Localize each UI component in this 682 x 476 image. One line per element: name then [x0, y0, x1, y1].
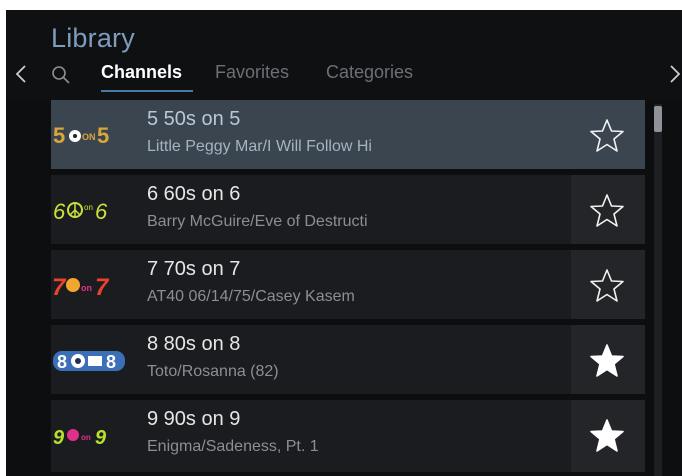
radio-library-screen: Library Channels Favorites Categories 5 …: [6, 10, 682, 476]
active-tab-indicator: [101, 90, 193, 92]
svg-text:7: 7: [52, 274, 67, 301]
svg-text:7: 7: [95, 274, 110, 301]
tab-categories[interactable]: Categories: [326, 62, 413, 83]
svg-text:on: on: [84, 203, 93, 212]
svg-text:6: 6: [53, 199, 66, 224]
scrollbar-thumb[interactable]: [654, 106, 662, 132]
channel-list: 5 ON 5 5 50s on 5 Little Peggy Mar/I Wil…: [51, 100, 645, 476]
svg-text:8: 8: [106, 352, 116, 372]
star-filled-icon[interactable]: [588, 417, 626, 455]
channel-row-6[interactable]: 6 on 6 6 60s on 6 Barry McGuire/Eve of D…: [51, 175, 645, 247]
chevron-left-icon[interactable]: [14, 63, 28, 85]
channel-title: 7 70s on 7: [147, 258, 241, 280]
channel-5-logo: 5 ON 5: [53, 123, 109, 148]
chevron-right-icon[interactable]: [668, 63, 682, 85]
channel-title: 6 60s on 6: [147, 183, 241, 205]
channel-title: 5 50s on 5: [147, 108, 241, 130]
svg-text:9: 9: [95, 427, 107, 449]
now-playing: Toto/Rosanna (82): [147, 363, 279, 380]
star-filled-icon[interactable]: [588, 342, 626, 380]
star-outline-icon[interactable]: [588, 267, 626, 305]
svg-text:5: 5: [97, 123, 109, 148]
channel-6-logo: 6 on 6: [53, 199, 108, 224]
row-divider: [51, 394, 645, 397]
channel-title: 8 80s on 8: [147, 333, 241, 355]
channel-title: 9 90s on 9: [147, 408, 241, 430]
star-outline-icon[interactable]: [588, 117, 626, 155]
svg-text:8: 8: [57, 352, 67, 372]
page-title: Library: [51, 23, 135, 53]
scrollbar[interactable]: [654, 104, 662, 476]
now-playing: Barry McGuire/Eve of Destructi: [147, 213, 368, 230]
svg-text:on: on: [81, 283, 92, 293]
svg-text:5: 5: [53, 123, 65, 148]
channel-7-logo: 7 on 7: [52, 274, 110, 301]
svg-text:on: on: [81, 433, 91, 442]
tab-channels[interactable]: Channels: [101, 62, 182, 83]
svg-text:9: 9: [53, 427, 65, 449]
svg-text:ON: ON: [82, 132, 96, 142]
channel-8-logo: 8 8: [53, 351, 125, 372]
channel-row-5[interactable]: 5 ON 5 5 50s on 5 Little Peggy Mar/I Wil…: [51, 100, 645, 172]
now-playing: AT40 06/14/75/Casey Kasem: [147, 288, 355, 305]
channel-9-logo: 9 on 9: [53, 427, 107, 449]
row-divider: [51, 169, 645, 172]
channel-row-7[interactable]: 7 on 7 7 70s on 7 AT40 06/14/75/Casey Ka…: [51, 250, 645, 322]
header: Library Channels Favorites Categories: [6, 10, 682, 100]
search-icon[interactable]: [51, 65, 71, 85]
channel-row-9[interactable]: 9 on 9 9 90s on 9 Enigma/Sadeness, Pt. 1: [51, 400, 645, 472]
row-divider: [51, 319, 645, 322]
channel-row-8[interactable]: 8 8 8 80s on 8 Toto/Rosanna (82): [51, 325, 645, 397]
row-divider: [51, 244, 645, 247]
tab-favorites[interactable]: Favorites: [215, 62, 289, 83]
svg-text:6: 6: [95, 199, 108, 224]
now-playing: Enigma/Sadeness, Pt. 1: [147, 438, 319, 455]
star-outline-icon[interactable]: [588, 192, 626, 230]
now-playing: Little Peggy Mar/I Will Follow Hi: [147, 138, 372, 155]
